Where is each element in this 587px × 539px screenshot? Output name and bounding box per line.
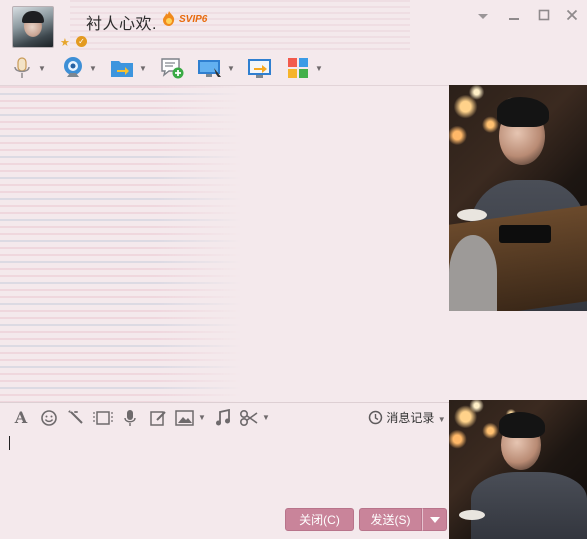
avatar-hair bbox=[22, 11, 44, 23]
dropdown-icon[interactable] bbox=[474, 8, 492, 26]
music-icon[interactable] bbox=[214, 408, 232, 427]
photo-person-body bbox=[471, 472, 587, 539]
clock-icon bbox=[368, 410, 383, 425]
voice-call-caret-icon[interactable]: ▼ bbox=[38, 64, 46, 73]
text-cursor bbox=[9, 436, 10, 450]
image-caret-icon[interactable]: ▼ bbox=[198, 413, 206, 422]
photo-person-hair bbox=[497, 97, 549, 127]
close-icon[interactable] bbox=[563, 8, 581, 26]
my-show-photo bbox=[449, 400, 587, 539]
minimize-icon[interactable] bbox=[505, 8, 523, 26]
screenshot-icon[interactable] bbox=[93, 409, 113, 427]
apps-caret-icon[interactable]: ▼ bbox=[315, 64, 323, 73]
close-button[interactable]: 关闭(C) bbox=[285, 508, 354, 531]
send-file-caret-icon[interactable]: ▼ bbox=[139, 64, 147, 73]
remote-assist-icon[interactable] bbox=[197, 55, 223, 81]
photo-plate bbox=[457, 209, 487, 221]
edit-icon[interactable] bbox=[149, 409, 167, 427]
message-history-background bbox=[0, 86, 240, 403]
photo-person-hair bbox=[499, 412, 545, 438]
history-label: 消息记录 bbox=[386, 411, 435, 425]
flame-badge-icon bbox=[163, 11, 175, 26]
title-bar: 衬人心欢. SVIP6 ★ ✓ bbox=[0, 0, 587, 52]
contact-show-photo bbox=[449, 85, 587, 311]
message-input[interactable] bbox=[0, 430, 449, 502]
maximize-icon[interactable] bbox=[535, 8, 553, 26]
star-icon[interactable]: ★ bbox=[60, 36, 70, 49]
verified-icon[interactable]: ✓ bbox=[76, 36, 87, 47]
send-file-icon[interactable] bbox=[109, 55, 135, 81]
contact-nickname[interactable]: 衬人心欢. bbox=[86, 10, 157, 34]
scissors-icon[interactable] bbox=[239, 409, 259, 427]
chat-toolbar: ▼ ▼ ▼ ▼ ▼ bbox=[0, 52, 587, 84]
video-call-icon[interactable] bbox=[60, 55, 86, 81]
send-options-icon[interactable] bbox=[422, 508, 447, 531]
magic-wand-icon[interactable] bbox=[67, 409, 85, 427]
avatar[interactable] bbox=[12, 6, 54, 48]
share-screen-icon[interactable] bbox=[247, 55, 273, 81]
remote-assist-caret-icon[interactable]: ▼ bbox=[227, 64, 235, 73]
history-caret-icon: ▼ bbox=[437, 415, 446, 424]
send-button[interactable]: 发送(S) bbox=[359, 508, 422, 531]
input-toolbar: A ▼ ▼ 消息记录 ▼ bbox=[0, 402, 449, 430]
message-history[interactable] bbox=[0, 85, 449, 403]
emoji-icon[interactable] bbox=[40, 409, 58, 427]
apps-grid-icon[interactable] bbox=[287, 55, 311, 81]
photo-wallet bbox=[499, 225, 551, 243]
voice-call-icon[interactable] bbox=[10, 55, 34, 81]
photo-plate bbox=[459, 510, 485, 520]
svip-badge[interactable]: SVIP6 bbox=[179, 14, 207, 25]
photo-chair bbox=[449, 235, 497, 311]
image-icon[interactable] bbox=[175, 409, 195, 427]
scissors-caret-icon[interactable]: ▼ bbox=[262, 413, 270, 422]
video-call-caret-icon[interactable]: ▼ bbox=[89, 64, 97, 73]
message-history-button[interactable]: 消息记录 ▼ bbox=[368, 409, 446, 427]
new-discussion-icon[interactable] bbox=[159, 55, 185, 81]
font-icon[interactable]: A bbox=[12, 409, 30, 427]
voice-message-icon[interactable] bbox=[122, 409, 138, 427]
